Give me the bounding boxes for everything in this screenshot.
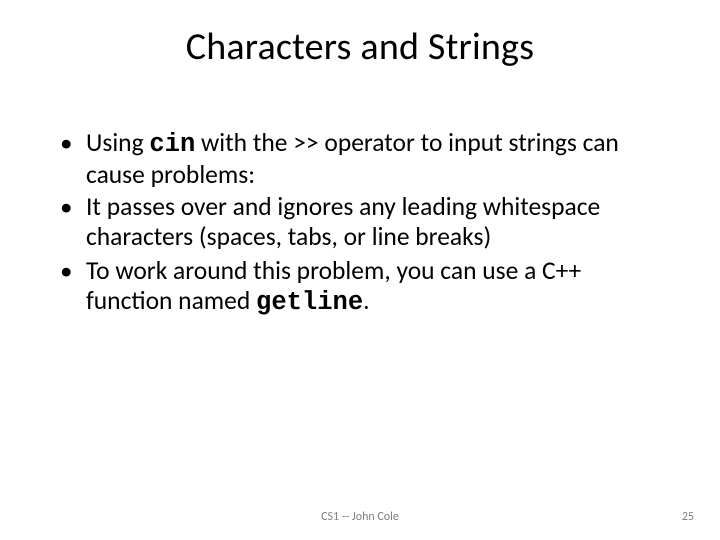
slide: Characters and Strings Using cin with th… <box>0 0 720 540</box>
slide-body: Using cin with the >> operator to input … <box>58 128 670 320</box>
bullet-item: It passes over and ignores any leading w… <box>58 192 670 254</box>
bullet-text-post: . <box>363 285 369 316</box>
code-span: getline <box>256 288 363 317</box>
footer-center: CS1 -- John Cole <box>0 510 720 524</box>
page-number: 25 <box>682 510 694 524</box>
bullet-list: Using cin with the >> operator to input … <box>58 128 670 318</box>
code-span: cin <box>149 130 195 159</box>
bullet-item: Using cin with the >> operator to input … <box>58 128 670 190</box>
bullet-text-pre: It passes over and ignores any leading w… <box>86 191 600 252</box>
slide-title: Characters and Strings <box>0 24 720 70</box>
bullet-text-pre: Using <box>86 127 149 158</box>
bullet-item: To work around this problem, you can use… <box>58 256 670 318</box>
